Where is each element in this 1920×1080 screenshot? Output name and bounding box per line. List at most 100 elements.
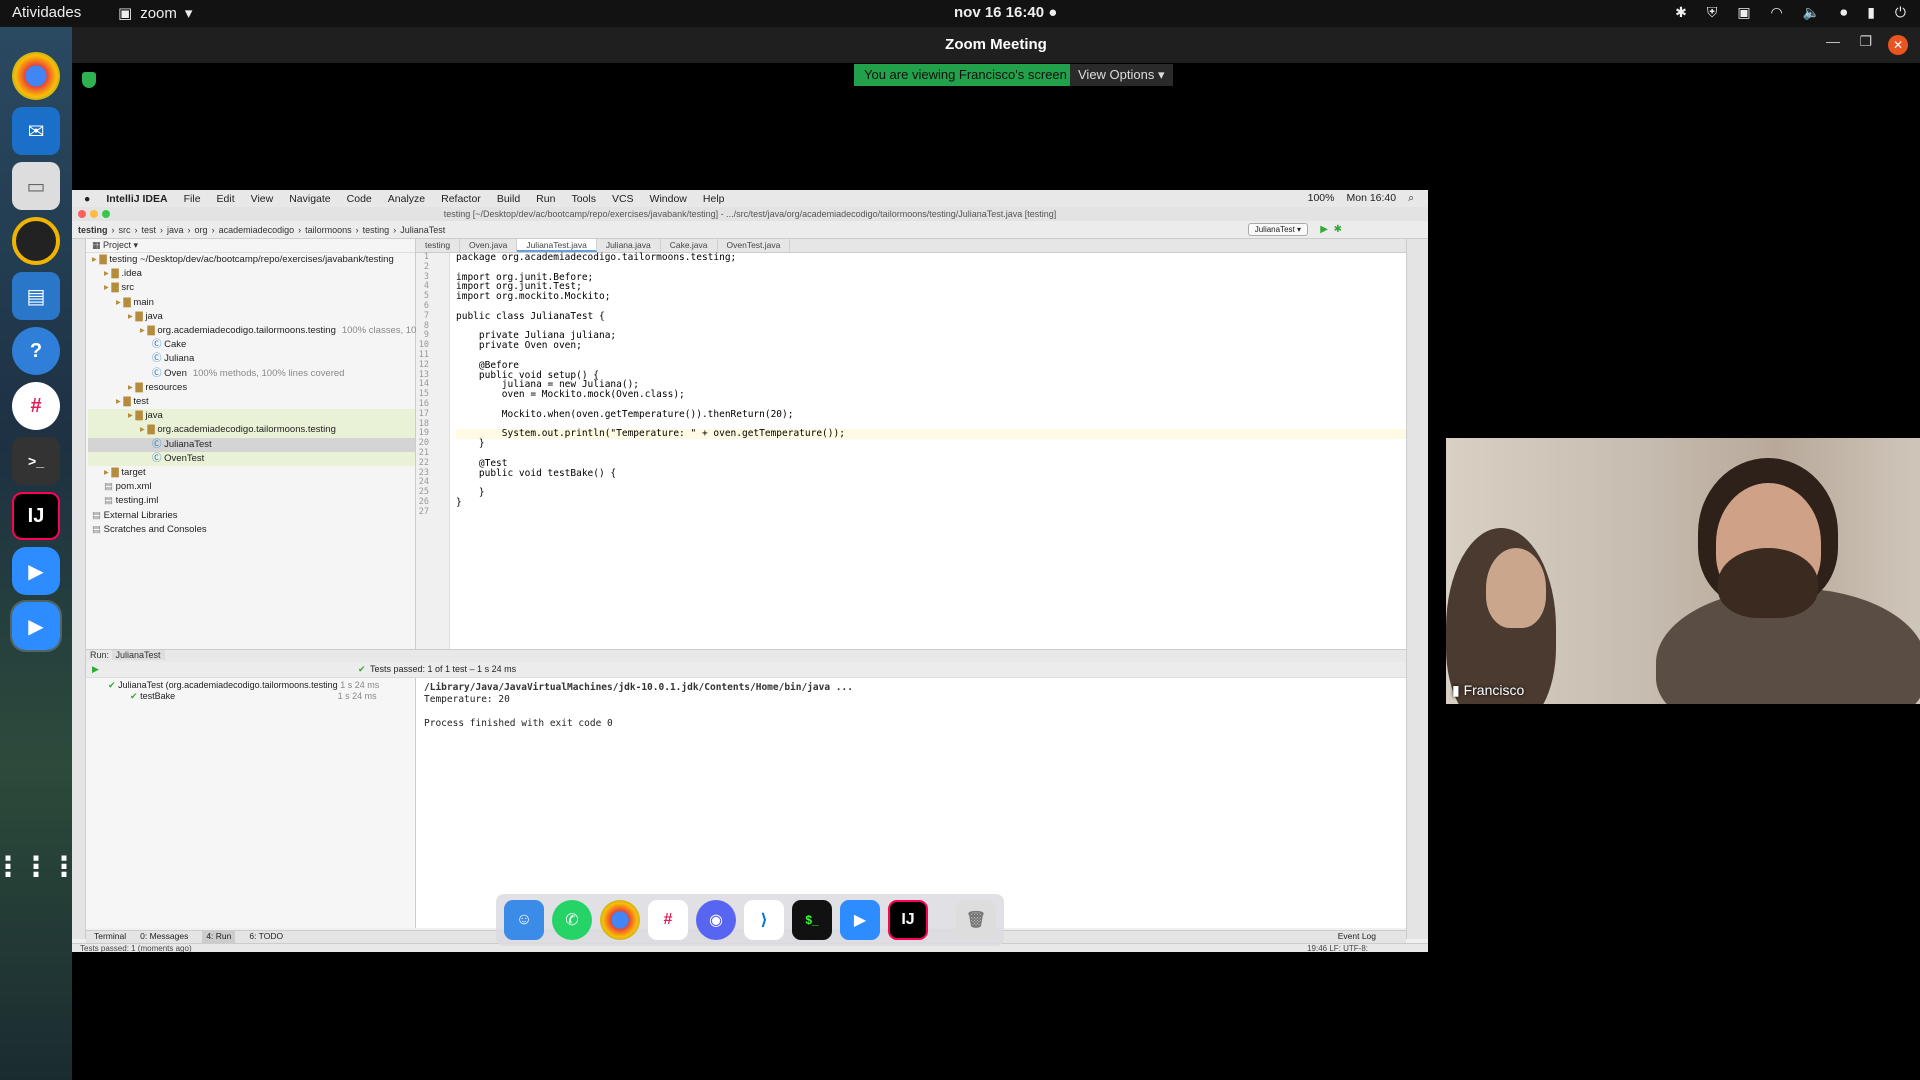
trash-icon[interactable]: 🗑 [956, 900, 996, 940]
run-icon[interactable]: ▶ [1320, 224, 1328, 235]
zoom-active-icon[interactable]: ▶ [10, 600, 62, 652]
crumb[interactable]: JulianaTest [400, 225, 445, 235]
tree-item[interactable]: ▸ ▇ resources [88, 381, 415, 395]
crumb[interactable]: tailormoons [305, 225, 352, 235]
clock[interactable]: nov 16 16:40 ● [954, 4, 1057, 21]
menu-window[interactable]: Window [650, 193, 687, 205]
whatsapp-icon[interactable]: ✆ [552, 900, 592, 940]
writer-icon[interactable]: ▤ [12, 272, 60, 320]
tree-item[interactable]: Ⓒ Juliana [88, 352, 415, 366]
menu-view[interactable]: View [251, 193, 274, 205]
menu-navigate[interactable]: Navigate [289, 193, 330, 205]
participant-video[interactable] [1446, 438, 1920, 704]
menu-run[interactable]: Run [536, 193, 555, 205]
zoom-icon[interactable]: ▶ [12, 547, 60, 595]
code-editor[interactable]: package org.academiadecodigo.tailormoons… [450, 253, 1406, 649]
menu-code[interactable]: Code [347, 193, 372, 205]
tab-testing[interactable]: testing [416, 239, 461, 252]
finder-icon[interactable]: ☺ [504, 900, 544, 940]
terminal-tab[interactable]: Terminal [94, 931, 126, 943]
intellij-icon[interactable]: IJ [888, 900, 928, 940]
tree-item[interactable]: ▸ ▇ testing ~/Desktop/dev/ac/bootcamp/re… [88, 253, 415, 267]
run-tool-tab[interactable]: 4: Run [202, 931, 236, 943]
run-tab[interactable]: JulianaTest [111, 650, 165, 660]
tree-item[interactable]: ▸ ▇ org.academiadecodigo.tailormoons.tes… [88, 423, 415, 438]
chrome-icon[interactable] [600, 900, 640, 940]
help-icon[interactable]: ? [12, 327, 60, 375]
slack-icon[interactable]: # [648, 900, 688, 940]
minimize-icon[interactable]: — [1826, 33, 1840, 49]
discord-icon[interactable]: ◉ [696, 900, 736, 940]
tree-item[interactable]: ▸ ▇ java [88, 310, 415, 324]
crumb[interactable]: src [119, 225, 131, 235]
search-icon[interactable]: ⌕ [1408, 192, 1414, 205]
tree-item[interactable]: Ⓒ Cake [88, 338, 415, 352]
crumb[interactable]: test [142, 225, 157, 235]
todo-tab[interactable]: 6: TODO [249, 931, 283, 943]
tree-item[interactable]: ▸ ▇ .idea [88, 267, 415, 281]
event-log-tab[interactable]: Event Log [1338, 931, 1406, 943]
tree-item[interactable]: ▸ ▇ target [88, 466, 415, 480]
crumb[interactable]: org [195, 225, 208, 235]
run-config-dropdown[interactable]: JulianaTest ▾ [1247, 223, 1308, 236]
code-line: public void testBake() { [456, 467, 617, 479]
tree-item[interactable]: ▸ ▇ main [88, 296, 415, 310]
tree-item[interactable]: Ⓒ JulianaTest [88, 437, 415, 452]
tree-item[interactable]: ▤ testing.iml [88, 494, 415, 508]
test-method-row[interactable]: ✔ testBake 1 s 24 ms [86, 691, 415, 702]
view-options-button[interactable]: View Options ▾ [1070, 64, 1173, 86]
tree-item[interactable]: ▸ ▇ test [88, 395, 415, 409]
crumb[interactable]: testing [78, 225, 108, 235]
menu-edit[interactable]: Edit [217, 193, 235, 205]
menu-analyze[interactable]: Analyze [388, 193, 425, 205]
menu-refactor[interactable]: Refactor [441, 193, 481, 205]
tab-oventest[interactable]: OvenTest.java [718, 239, 791, 252]
tree-item[interactable]: ▸ ▇ src [88, 281, 415, 295]
menu-file[interactable]: File [184, 193, 201, 205]
crumb[interactable]: java [167, 225, 184, 235]
system-tray[interactable]: ✱ ⛨ ▣ ◠ 🔈 ⏺ ▮ ⏻ [1675, 4, 1906, 21]
app-menu[interactable]: ▣ zoom ▾ [118, 4, 192, 23]
menu-build[interactable]: Build [497, 193, 520, 205]
close-icon[interactable]: ✕ [1888, 35, 1908, 55]
menu-intellij[interactable]: IntelliJ IDEA [106, 193, 167, 205]
tree-item[interactable]: ▸ ▇ org.academiadecodigo.tailormoons.tes… [88, 324, 416, 338]
terminal-icon[interactable]: >_ [12, 437, 60, 485]
apple-icon[interactable]: ● [84, 193, 90, 205]
crumb[interactable]: testing [363, 225, 390, 235]
project-header[interactable]: ▦ Project ▾ [86, 239, 415, 253]
run-console[interactable]: /Library/Java/JavaVirtualMachines/jdk-10… [416, 678, 1406, 928]
debug-icon[interactable]: ✱ [1334, 224, 1342, 235]
tree-item[interactable]: ▤ Scratches and Consoles [88, 523, 415, 537]
tree-item[interactable]: ▤ pom.xml [88, 480, 415, 494]
tab-julianatest[interactable]: JulianaTest.java [517, 239, 597, 252]
slack-icon[interactable]: # [12, 382, 60, 430]
rerun-icon[interactable]: ▶ [92, 664, 99, 675]
tab-cake[interactable]: Cake.java [661, 239, 718, 252]
window-title: testing [~/Desktop/dev/ac/bootcamp/repo/… [443, 209, 1057, 219]
tab-oven[interactable]: Oven.java [460, 239, 518, 252]
tab-juliana[interactable]: Juliana.java [597, 239, 661, 252]
terminal-icon[interactable]: $_ [792, 900, 832, 940]
intellij-icon[interactable]: IJ [12, 492, 60, 540]
tree-item[interactable]: ▤ External Libraries [88, 509, 415, 523]
thunderbird-icon[interactable]: ✉ [12, 107, 60, 155]
menu-tools[interactable]: Tools [571, 193, 596, 205]
crumb[interactable]: academiadecodigo [219, 225, 295, 235]
mac-dock: ☺ ✆ # ◉ ⟩ $_ ▶ IJ 🗑 [496, 894, 1004, 946]
tree-item[interactable]: Ⓒ OvenTest [88, 451, 415, 467]
app-grid-icon[interactable]: ⋮⋮⋮ [0, 842, 78, 890]
files-icon[interactable]: ▭ [12, 162, 60, 210]
zoom-icon[interactable]: ▶ [840, 900, 880, 940]
chrome-icon[interactable] [12, 52, 60, 100]
menu-vcs[interactable]: VCS [612, 193, 634, 205]
activities-button[interactable]: Atividades [12, 4, 81, 21]
test-class-row[interactable]: ✔ JulianaTest (org.academiadecodigo.tail… [86, 678, 415, 691]
menu-help[interactable]: Help [703, 193, 725, 205]
messages-tab[interactable]: 0: Messages [140, 931, 188, 943]
tree-item[interactable]: Ⓒ Oven 100% methods, 100% lines covered [88, 367, 415, 381]
rhythmbox-icon[interactable] [12, 217, 60, 265]
restore-icon[interactable]: ❐ [1859, 33, 1872, 50]
vscode-icon[interactable]: ⟩ [744, 900, 784, 940]
tree-item[interactable]: ▸ ▇ java [88, 409, 415, 424]
